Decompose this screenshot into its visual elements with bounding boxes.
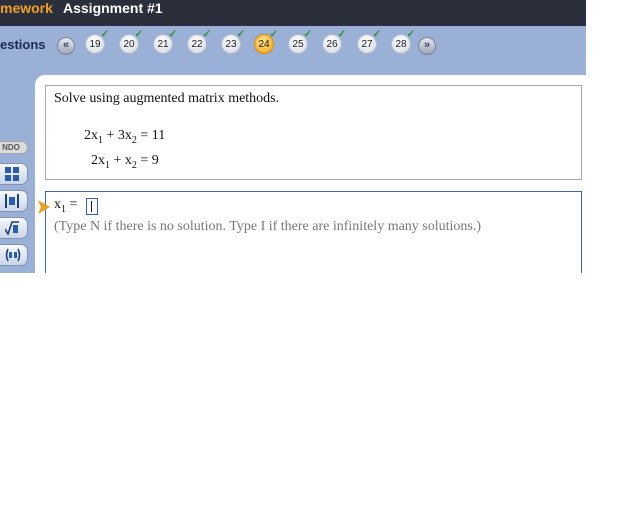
square-root-button[interactable]: [0, 217, 28, 239]
partial-credit-icon: ✓: [269, 28, 280, 40]
check-icon: ✓: [236, 29, 245, 40]
check-icon: ✓: [168, 29, 177, 40]
app-window: mework Assignment #1 estions « 19 ✓ 20 ✓ 2…: [0, 0, 586, 273]
answer-label: x1 =: [54, 197, 78, 215]
homework-label: mework: [0, 0, 53, 16]
matrix-tool-button[interactable]: [0, 163, 28, 185]
question-instruction: Solve using augmented matrix methods.: [54, 91, 280, 106]
absolute-value-icon: [5, 194, 19, 208]
question-23-button[interactable]: 23 ✓: [221, 30, 245, 54]
check-icon: ✓: [202, 29, 211, 40]
questions-label: estions: [0, 37, 46, 52]
question-21-button[interactable]: 21 ✓: [153, 30, 177, 54]
assignment-title: Assignment #1: [63, 0, 163, 16]
question-22-button[interactable]: 22 ✓: [187, 30, 211, 54]
question-20-button[interactable]: 20 ✓: [119, 30, 143, 54]
question-24-button[interactable]: 24 ✓: [254, 28, 280, 54]
text-caret: [91, 201, 92, 212]
answer-input[interactable]: [86, 198, 98, 215]
square-root-icon: [5, 221, 19, 235]
equation-2: 2x1 + x2 = 9: [91, 153, 159, 171]
absolute-value-button[interactable]: [0, 190, 28, 212]
check-icon: ✓: [337, 29, 346, 40]
previous-questions-button[interactable]: «: [57, 37, 75, 55]
current-answer-arrow-icon: [38, 200, 50, 214]
equation-1: 2x1 + 3x2 = 11: [84, 128, 166, 146]
undo-button[interactable]: NDO: [0, 141, 28, 154]
question-25-button[interactable]: 25 ✓: [288, 28, 314, 54]
question-28-button[interactable]: 28 ✓: [391, 28, 417, 54]
partial-credit-icon: ✓: [406, 28, 417, 40]
title-bar: mework Assignment #1: [0, 0, 586, 26]
double-chevron-left-icon: «: [62, 39, 70, 51]
matrix-icon: [5, 167, 19, 181]
answer-hint: (Type N if there is no solution. Type I …: [54, 219, 482, 234]
check-icon: ✓: [100, 29, 109, 40]
check-icon: ✓: [134, 29, 143, 40]
partial-credit-icon: ✓: [303, 28, 314, 40]
next-questions-button[interactable]: »: [418, 37, 436, 55]
double-chevron-right-icon: »: [423, 39, 431, 51]
question-box: Solve using augmented matrix methods. 2x…: [45, 85, 582, 180]
question-26-button[interactable]: 26 ✓: [322, 30, 346, 54]
interval-button[interactable]: [0, 244, 28, 266]
interval-icon: [5, 248, 21, 262]
check-icon: ✓: [372, 29, 381, 40]
question-19-button[interactable]: 19 ✓: [85, 30, 109, 54]
question-27-button[interactable]: 27 ✓: [357, 30, 381, 54]
